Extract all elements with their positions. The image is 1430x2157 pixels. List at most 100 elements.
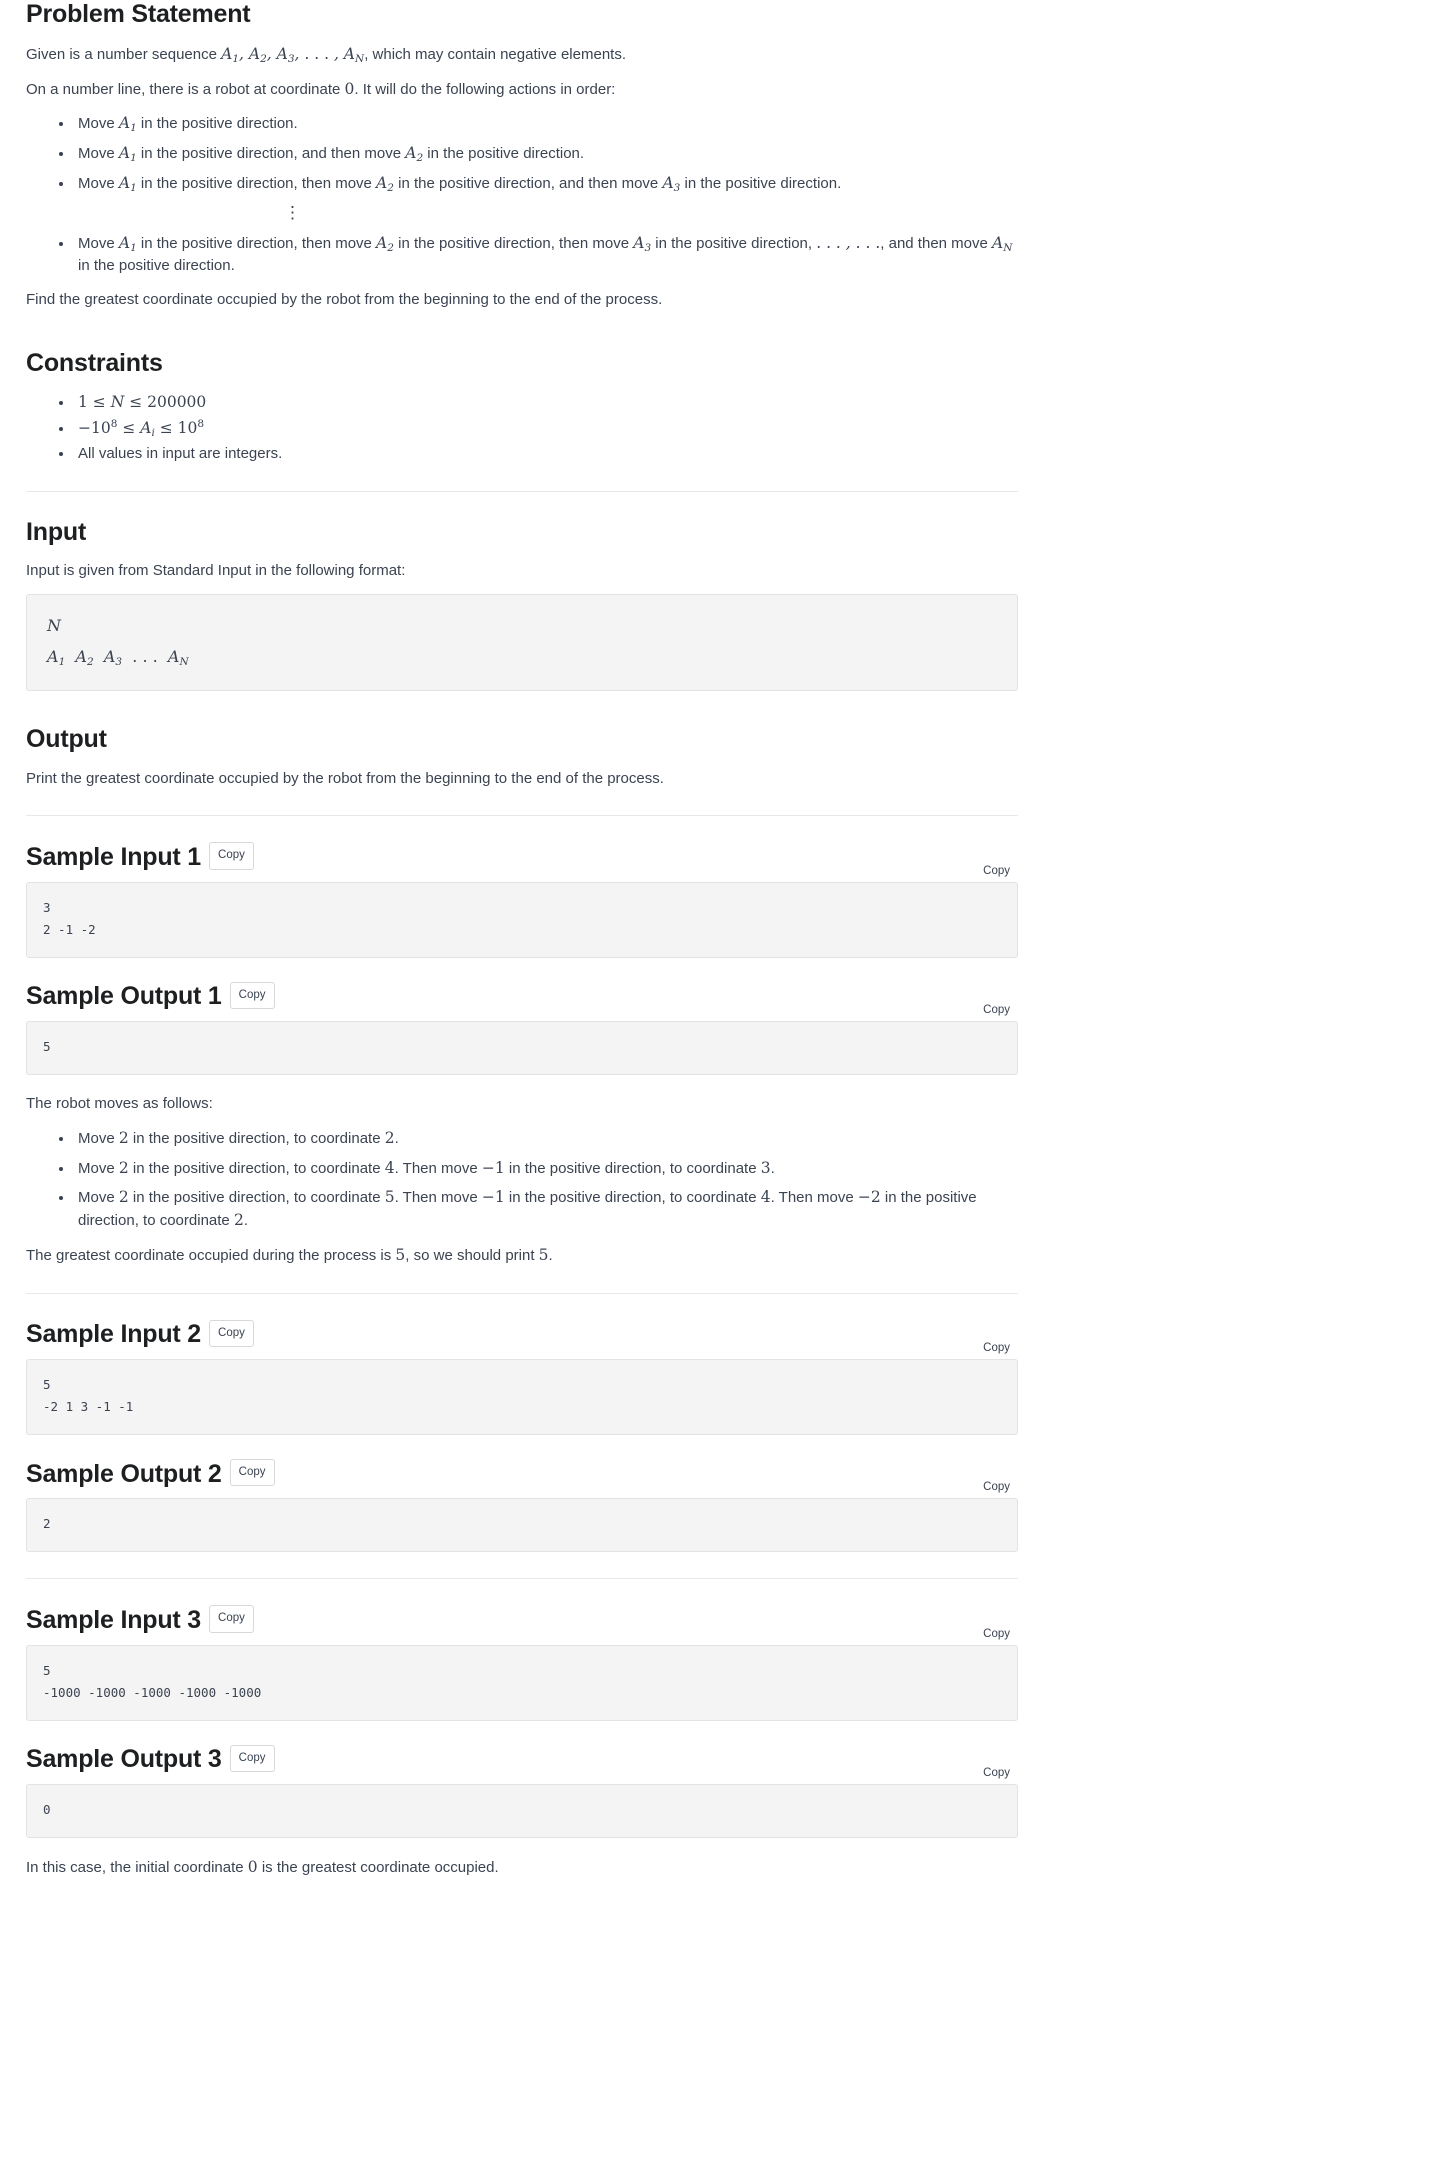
sample-output-2-box: Copy 2 bbox=[26, 1481, 1018, 1553]
num-5: 5 bbox=[395, 1245, 406, 1264]
output-heading: Output bbox=[26, 724, 107, 753]
num-5: 5 bbox=[384, 1188, 395, 1207]
copy-sample-input-2-button[interactable]: Copy bbox=[209, 1319, 254, 1348]
input-format-line-1: N bbox=[47, 616, 61, 636]
a1-math: A1 bbox=[118, 114, 137, 135]
a1-math: A1 bbox=[118, 234, 137, 255]
action-item-3: Move A1 in the positive direction, then … bbox=[74, 172, 1020, 195]
a1-math: A1 bbox=[118, 144, 137, 164]
constraints-section: Constraints 1 ≤ N ≤ 200000 −108 ≤ Ai ≤ 1… bbox=[26, 349, 1020, 465]
constraint-item-integers: All values in input are integers. bbox=[74, 443, 1020, 465]
a2-math: A2 bbox=[405, 144, 424, 164]
sample-1-explanation-intro: The robot moves as follows: bbox=[26, 1095, 213, 1113]
sample-output-3-title: Sample Output 3 bbox=[26, 1745, 222, 1774]
sample-input-1-box: Copy 3 2 -1 -2 bbox=[26, 865, 1018, 958]
problem-statement-paragraph-1: Given is a number sequence A1, A2, A3, .… bbox=[26, 43, 1020, 66]
num-4: 4 bbox=[760, 1188, 771, 1207]
sample-input-3-title: Sample Input 3 bbox=[26, 1606, 202, 1635]
sample-output-2-heading: Sample Output 2 Copy bbox=[26, 1458, 1020, 1489]
constraints-list: 1 ≤ N ≤ 200000 −108 ≤ Ai ≤ 108 All value… bbox=[26, 391, 1020, 464]
copy-sample-output-1-button[interactable]: Copy bbox=[229, 981, 275, 1010]
section-divider bbox=[26, 1292, 1018, 1294]
section-divider bbox=[26, 1578, 1018, 1580]
num-2: 2 bbox=[118, 1158, 129, 1177]
problem-statement-heading: Problem Statement bbox=[26, 0, 251, 28]
ellipsis-math: . . . , . . . bbox=[816, 234, 881, 253]
actions-list: Move A1 in the positive direction. Move … bbox=[26, 112, 1020, 194]
output-section: Output Print the greatest coordinate occ… bbox=[26, 725, 1020, 790]
section-divider bbox=[26, 815, 1018, 817]
copy-sample-output-3-button[interactable]: Copy bbox=[229, 1744, 275, 1773]
sample-output-3-heading: Sample Output 3 Copy bbox=[26, 1744, 1020, 1775]
a3-math: A3 bbox=[662, 173, 681, 194]
sample-input-3-box: Copy 5 -1000 -1000 -1000 -1000 -1000 bbox=[26, 1628, 1018, 1721]
sample-input-3-text: 5 -1000 -1000 -1000 -1000 -1000 bbox=[43, 1662, 262, 1700]
sequence-math: A1, A2, A3, . . . , AN bbox=[221, 44, 365, 65]
problem-statement-paragraph-2: On a number line, there is a robot at co… bbox=[26, 79, 616, 98]
num-5: 5 bbox=[538, 1245, 549, 1264]
copy-sample-input-1-inline-button[interactable]: Copy bbox=[979, 863, 1014, 879]
action-item-n: Move A1 in the positive direction, then … bbox=[74, 232, 1020, 277]
sample-3-explanation-closing: In this case, the initial coordinate 0 i… bbox=[26, 1858, 499, 1877]
constraint-a-math: −108 ≤ Ai ≤ 108 bbox=[78, 418, 205, 440]
problem-statement-closing: Find the greatest coordinate occupied by… bbox=[26, 290, 663, 308]
constraint-item-a: −108 ≤ Ai ≤ 108 bbox=[74, 417, 1020, 440]
sample-3-section: Sample Input 3 Copy Copy 5 -1000 -1000 -… bbox=[26, 1605, 1020, 1879]
explanation-item-2: Move 2 in the positive direction, to coo… bbox=[74, 1157, 1020, 1180]
sample-input-2-box: Copy 5 -2 1 3 -1 -1 bbox=[26, 1342, 1018, 1435]
a1-math: A1 bbox=[118, 173, 137, 194]
para1-text-a: Given is a number sequence bbox=[26, 45, 222, 63]
coordinate-zero-math: 0 bbox=[344, 79, 355, 98]
sample-1-explanation-list: Move 2 in the positive direction, to coo… bbox=[26, 1127, 1020, 1232]
copy-sample-input-2-inline-button[interactable]: Copy bbox=[979, 1340, 1014, 1356]
section-divider bbox=[26, 490, 1018, 492]
problem-statement-section: Problem Statement Given is a number sequ… bbox=[26, 0, 1020, 311]
problem-page: Problem Statement Given is a number sequ… bbox=[0, 0, 1020, 1879]
sample-input-2-text: 5 -2 1 3 -1 -1 bbox=[43, 1377, 134, 1415]
sample-output-1-title: Sample Output 1 bbox=[26, 982, 222, 1011]
sample-input-2-heading: Sample Input 2 Copy bbox=[26, 1319, 1020, 1350]
constraint-n-math: 1 ≤ N ≤ 200000 bbox=[78, 393, 207, 412]
num-neg1: −1 bbox=[481, 1188, 505, 1207]
copy-sample-output-2-inline-button[interactable]: Copy bbox=[979, 1479, 1014, 1495]
sample-input-3-heading: Sample Input 3 Copy bbox=[26, 1605, 1020, 1635]
copy-sample-input-1-button[interactable]: Copy bbox=[209, 842, 254, 870]
sample-input-1-heading: Sample Input 1 Copy bbox=[26, 842, 1020, 872]
input-format-line-2: A1 A2 A3 . . . AN bbox=[47, 646, 189, 668]
num-2: 2 bbox=[118, 1188, 129, 1207]
copy-sample-output-3-inline-button[interactable]: Copy bbox=[979, 1765, 1014, 1781]
copy-sample-output-1-inline-button[interactable]: Copy bbox=[979, 1002, 1014, 1018]
input-section: Input Input is given from Standard Input… bbox=[26, 518, 1020, 691]
sample-output-2-title: Sample Output 2 bbox=[26, 1459, 222, 1488]
num-3: 3 bbox=[760, 1158, 771, 1177]
sample-output-1-text: 5 bbox=[43, 1039, 51, 1055]
output-description: Print the greatest coordinate occupied b… bbox=[26, 769, 664, 787]
sample-output-3-text: 0 bbox=[43, 1802, 51, 1818]
num-2: 2 bbox=[384, 1128, 395, 1147]
input-description: Input is given from Standard Input in th… bbox=[26, 562, 406, 580]
copy-sample-input-3-button[interactable]: Copy bbox=[209, 1605, 254, 1633]
a3-math: A3 bbox=[633, 234, 652, 255]
sample-input-1-title: Sample Input 1 bbox=[26, 843, 202, 872]
a2-math: A2 bbox=[376, 234, 394, 255]
explanation-item-1: Move 2 in the positive direction, to coo… bbox=[74, 1127, 1020, 1150]
a2-math: A2 bbox=[376, 173, 394, 194]
num-neg1: −1 bbox=[481, 1158, 505, 1177]
sample-1-explanation-closing: The greatest coordinate occupied during … bbox=[26, 1245, 553, 1264]
num-2: 2 bbox=[118, 1128, 129, 1147]
sample-input-2-title: Sample Input 2 bbox=[26, 1320, 202, 1349]
para1-text-b: , which may contain negative elements. bbox=[364, 45, 626, 63]
explanation-item-3: Move 2 in the positive direction, to coo… bbox=[74, 1186, 1020, 1232]
actions-list-final: Move A1 in the positive direction, then … bbox=[26, 232, 1020, 277]
sample-output-3-box: Copy 0 bbox=[26, 1767, 1018, 1839]
action-item-1: Move A1 in the positive direction. bbox=[74, 112, 1020, 135]
input-format-lines: N A1 A2 A3 . . . AN bbox=[47, 611, 1001, 672]
constraint-item-n: 1 ≤ N ≤ 200000 bbox=[74, 391, 1020, 414]
copy-sample-output-2-button[interactable]: Copy bbox=[229, 1458, 275, 1487]
sample-input-1-text: 3 2 -1 -2 bbox=[43, 899, 96, 937]
input-heading: Input bbox=[26, 517, 87, 546]
constraints-heading: Constraints bbox=[26, 348, 163, 377]
copy-sample-input-3-inline-button[interactable]: Copy bbox=[979, 1626, 1014, 1642]
num-4: 4 bbox=[384, 1158, 395, 1177]
num-2: 2 bbox=[233, 1211, 244, 1230]
